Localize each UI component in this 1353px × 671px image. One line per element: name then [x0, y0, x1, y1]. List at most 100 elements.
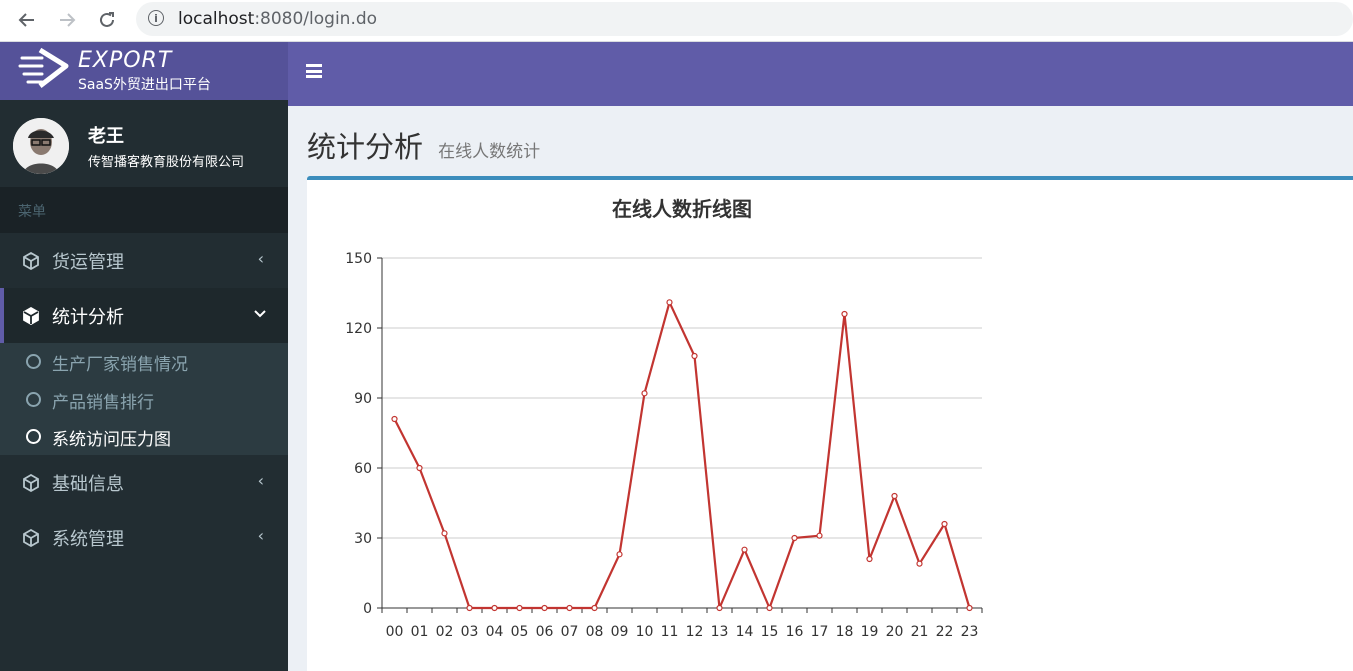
data-point[interactable]: [641, 390, 648, 397]
data-point[interactable]: [566, 604, 573, 612]
url-text: localhost:8080/login.do: [178, 9, 378, 29]
sidebar-item-system-admin[interactable]: 系统管理 ‹: [0, 510, 288, 565]
x-tick-label: 21: [911, 624, 929, 640]
x-tick-label: 06: [536, 624, 554, 640]
export-logo-icon: [18, 47, 69, 88]
data-point[interactable]: [741, 546, 748, 553]
data-point[interactable]: [716, 604, 723, 612]
page-subtitle: 在线人数统计: [438, 142, 541, 162]
sidebar-item-label: 货运管理: [52, 252, 124, 273]
submenu-item-product-ranking[interactable]: 产品销售排行: [0, 381, 288, 418]
data-point[interactable]: [891, 492, 898, 500]
circle-icon: [26, 392, 41, 407]
x-tick-label: 10: [636, 624, 654, 640]
submenu-item-manufacturer-sales[interactable]: 生产厂家销售情况: [0, 343, 288, 380]
x-tick-label: 07: [561, 624, 579, 640]
data-point[interactable]: [666, 299, 673, 306]
x-tick-label: 14: [736, 624, 754, 640]
data-point[interactable]: [391, 415, 398, 423]
data-point[interactable]: [766, 604, 773, 612]
circle-icon: [26, 354, 41, 369]
x-tick-label: 19: [861, 624, 879, 640]
sidebar-item-statistics[interactable]: 统计分析: [0, 288, 288, 343]
submenu-item-system-load[interactable]: 系统访问压力图: [0, 418, 288, 455]
x-tick-label: 16: [786, 624, 804, 640]
data-point[interactable]: [491, 604, 498, 612]
address-bar[interactable]: i localhost:8080/login.do: [136, 2, 1353, 36]
chart-title: 在线人数折线图: [612, 197, 752, 221]
page-title: 统计分析: [307, 130, 424, 164]
data-point[interactable]: [616, 551, 623, 558]
x-tick-label: 01: [411, 624, 429, 640]
data-point[interactable]: [966, 604, 973, 612]
chart-series: [391, 299, 973, 612]
data-point[interactable]: [416, 464, 423, 472]
y-tick-label: 120: [345, 321, 372, 337]
data-point[interactable]: [466, 604, 473, 612]
submenu-statistics: 生产厂家销售情况 产品销售排行 系统访问压力图: [0, 343, 288, 455]
logo-area[interactable]: EXPORT SaaS外贸进出口平台: [0, 42, 288, 100]
content-header: 统计分析 在线人数统计: [307, 124, 540, 166]
avatar: [13, 118, 69, 174]
chart-box: 在线人数折线图 0 30 60 90 120 150 00 01 02 03 04 05 06 07 08 0…: [307, 176, 1353, 671]
data-point[interactable]: [841, 310, 848, 318]
x-tick-label: 20: [886, 624, 904, 640]
chevron-left-icon: ‹: [257, 471, 264, 490]
data-point[interactable]: [591, 604, 598, 612]
y-tick-label: 30: [354, 531, 372, 547]
sidebar-item-label: 统计分析: [52, 307, 124, 328]
series-line: [393, 301, 971, 610]
data-point[interactable]: [941, 520, 948, 528]
x-tick-label: 11: [661, 624, 679, 640]
forward-icon[interactable]: [54, 7, 80, 33]
cube-icon: [23, 474, 39, 492]
x-tick-label: 17: [811, 624, 829, 640]
x-tick-label: 08: [586, 624, 604, 640]
x-tick-label: 13: [711, 624, 729, 640]
circle-icon: [26, 429, 41, 444]
user-panel: 老王 传智播客教育股份有限公司: [0, 100, 288, 187]
reload-icon[interactable]: [94, 7, 120, 33]
top-navbar: [288, 42, 1353, 106]
logo-subtitle: SaaS外贸进出口平台: [78, 77, 211, 93]
x-tick-label: 23: [961, 624, 979, 640]
cube-icon: [23, 529, 39, 547]
cube-icon: [23, 252, 39, 270]
sidebar-item-basic-info[interactable]: 基础信息 ‹: [0, 455, 288, 510]
x-tick-label: 03: [461, 624, 479, 640]
chevron-left-icon: ‹: [257, 249, 264, 268]
sidebar-toggle-icon[interactable]: [306, 64, 322, 78]
sidebar: 老王 传智播客教育股份有限公司 菜单 货运管理 ‹ 统计分析 生产厂家销售情况 …: [0, 100, 288, 671]
x-tick-label: 12: [686, 624, 704, 640]
info-icon[interactable]: i: [148, 10, 164, 26]
user-company: 传智播客教育股份有限公司: [88, 155, 245, 170]
data-point[interactable]: [516, 604, 523, 612]
data-point[interactable]: [816, 532, 823, 539]
menu-header: 菜单: [0, 187, 288, 233]
chevron-down-icon: [254, 310, 266, 318]
data-point[interactable]: [791, 534, 798, 542]
logo-title: EXPORT: [78, 48, 173, 73]
data-point[interactable]: [541, 604, 548, 612]
sidebar-item-shipping[interactable]: 货运管理 ‹: [0, 233, 288, 288]
y-tick-label: 150: [345, 251, 372, 267]
y-tick-label: 60: [354, 461, 372, 477]
user-name: 老王: [88, 126, 124, 147]
chart-axes: 0 30 60 90 120 150 00 01 02 03 04 05 06 07 08 09 10 11 12 1…: [345, 251, 983, 640]
x-tick-label: 02: [436, 624, 454, 640]
line-chart: 在线人数折线图 030609012015000 01 02 03 04 05 06 07 08 0…: [345, 197, 983, 640]
y-tick-label: 90: [354, 391, 372, 407]
x-tick-label: 22: [936, 624, 954, 640]
sidebar-item-label: 基础信息: [52, 474, 124, 495]
data-point[interactable]: [916, 560, 923, 567]
y-tick-label: 0: [363, 601, 372, 617]
data-point[interactable]: [866, 555, 873, 563]
x-tick-label: 00: [386, 624, 404, 640]
x-tick-label: 09: [611, 624, 629, 640]
back-icon[interactable]: [14, 7, 40, 33]
chevron-left-icon: ‹: [257, 526, 264, 545]
data-point[interactable]: [691, 352, 698, 360]
browser-bar: i localhost:8080/login.do: [0, 0, 1353, 42]
x-tick-label: 05: [511, 624, 529, 640]
data-point[interactable]: [441, 530, 448, 537]
